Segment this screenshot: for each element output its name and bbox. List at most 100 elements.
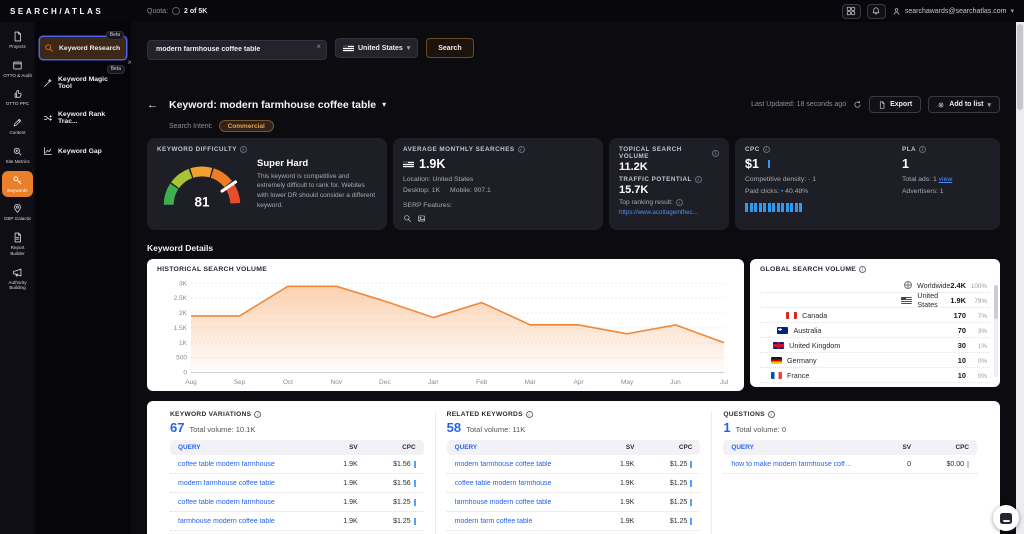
clear-input-icon[interactable]: × [316, 42, 321, 51]
query-link[interactable]: modern farm coffee table [455, 518, 585, 525]
table-row[interactable]: coffee table modern farmhouse1.9K$1.56 [170, 455, 424, 474]
cpc-histogram-bar [768, 203, 771, 212]
page-scrollbar[interactable] [1016, 22, 1024, 534]
person-icon [892, 7, 901, 16]
info-icon[interactable]: i [763, 146, 770, 153]
export-button[interactable]: Export [869, 96, 921, 113]
info-icon[interactable]: i [518, 146, 525, 153]
cpc-histogram-bar [750, 203, 753, 212]
back-arrow-icon[interactable]: ← [147, 99, 158, 111]
table-row[interactable]: modern farmhouse coffee table1.9K$1.25 [447, 455, 701, 474]
info-icon[interactable]: i [768, 411, 775, 418]
global-volume-row-united-kingdom[interactable]: United Kingdom301% [760, 338, 990, 353]
gap-chart-icon [43, 146, 53, 156]
global-volume-row-france[interactable]: France100% [760, 368, 990, 383]
info-icon[interactable]: i [712, 150, 719, 157]
cpc-bar-icon [690, 518, 692, 525]
serp-image-icon[interactable] [417, 214, 426, 223]
info-icon[interactable]: i [919, 146, 926, 153]
view-ads-link[interactable]: view [939, 176, 953, 183]
menu-item-keyword-rank-trac[interactable]: Keyword Rank Trac... [39, 106, 127, 130]
notifications-button[interactable] [867, 4, 886, 19]
info-icon[interactable]: i [695, 176, 702, 183]
sidebar-item-site-metrics[interactable]: Site Metrics [2, 142, 33, 169]
page-scrollbar-thumb[interactable] [1017, 24, 1023, 110]
title-chevron-down-icon[interactable]: ▾ [382, 100, 386, 109]
user-menu[interactable]: searchawards@searchatlas.com ▾ [892, 7, 1014, 16]
cpc-value: $1 [745, 157, 759, 171]
sidebar-item-report-builder[interactable]: Report Builder [2, 228, 33, 260]
country-percent: 3% [970, 328, 987, 335]
topbar: SEARCH/ATLAS Quota: 2 of 5K searchawards… [0, 0, 1024, 22]
cpc-value: $1.25 [634, 461, 692, 468]
table-row[interactable]: how to make modern farmhouse coffee tabl… [723, 455, 977, 474]
bell-icon [871, 6, 881, 16]
us-flag-icon [901, 297, 912, 304]
apps-grid-button[interactable] [842, 4, 861, 19]
sidebar-item-otto-ppc[interactable]: OTTO PPC [2, 84, 33, 111]
info-icon[interactable]: i [676, 199, 683, 206]
competitive-density-value: 1 [812, 176, 816, 183]
add-to-list-button[interactable]: Add to list ▾ [928, 96, 1000, 113]
table-count: 67 [170, 420, 184, 435]
query-link[interactable]: coffee table modern farmhouse [455, 480, 585, 487]
query-link[interactable]: coffee table modern farmhouse [178, 461, 308, 468]
info-icon[interactable]: i [859, 266, 866, 273]
global-volume-row-worldwide[interactable]: Worldwide2.4K100% [760, 278, 990, 293]
info-icon[interactable]: i [526, 411, 533, 418]
table-row[interactable]: coffee table modern farmhouse1.9K$1.25 [170, 493, 424, 512]
cpc-histogram-bar [777, 203, 780, 212]
scrollbar-thumb[interactable] [994, 285, 998, 319]
sidebar-item-authority-building[interactable]: Authority Building [2, 263, 33, 295]
sidebar-item-projects[interactable]: Projects [2, 27, 33, 54]
global-volume-row-germany[interactable]: Germany100% [760, 353, 990, 368]
sidebar-item-label: Keywords [7, 188, 27, 194]
serp-search-icon[interactable] [403, 214, 412, 223]
menu-item-keyword-research[interactable]: Keyword ResearchBeta [39, 36, 127, 60]
table-row[interactable]: modern farm coffee table1.9K$1.25 [447, 512, 701, 531]
refresh-icon[interactable] [853, 100, 862, 109]
sidebar-item-gbp-galactic[interactable]: GBP Galactic [2, 199, 33, 226]
table-row[interactable]: farmhouse modern coffee table1.9K$1.25 [447, 493, 701, 512]
query-link[interactable]: coffee table modern farmhouse [178, 499, 308, 506]
country-select[interactable]: United States ▾ [335, 38, 418, 58]
keyword-search-input[interactable] [147, 40, 327, 60]
page-header: ← Keyword: modern farmhouse coffee table… [147, 96, 1000, 113]
pla-card-title: PLA [902, 146, 916, 153]
column-header-query: QUERY [731, 444, 861, 451]
info-icon[interactable]: i [254, 411, 261, 418]
sidebar-item-otto-audit[interactable]: OTTO & Audit [2, 56, 33, 83]
historical-volume-title: HISTORICAL SEARCH VOLUME [157, 266, 267, 273]
top-ranking-link[interactable]: https://www.acottageinthec... [619, 209, 719, 216]
query-link[interactable]: farmhouse modern coffee table [455, 499, 585, 506]
global-volume-row-united-states[interactable]: United States1.9K79% [760, 293, 990, 308]
wand-icon [43, 78, 53, 88]
global-volume-row-canada[interactable]: Canada1707% [760, 308, 990, 323]
query-link[interactable]: farmhouse modern coffee table [178, 518, 308, 525]
query-link[interactable]: modern farmhouse coffee table [178, 480, 308, 487]
beta-badge: Beta [107, 65, 125, 74]
table-row[interactable]: coffee table modern farmhouse1.9K$1.25 [447, 474, 701, 493]
query-link[interactable]: how to make modern farmhouse coffee tabl… [731, 461, 861, 468]
global-card-scrollbar[interactable] [994, 285, 998, 377]
query-link[interactable]: modern farmhouse coffee table [455, 461, 585, 468]
info-icon[interactable]: i [240, 146, 247, 153]
globe-flag-icon [904, 281, 912, 289]
sidebar-item-keywords[interactable]: Keywords [2, 171, 33, 198]
column-header-query: QUERY [455, 444, 585, 451]
topical-volume-value: 11.2K [619, 161, 719, 173]
table-row[interactable]: farmhouse modern coffee table1.9K$1.25 [170, 512, 424, 531]
search-button[interactable]: Search [426, 38, 473, 58]
menu-item-keyword-magic-tool[interactable]: Keyword Magic ToolBeta [39, 71, 127, 95]
global-volume-row-australia[interactable]: Australia703% [760, 323, 990, 338]
cpc-histogram [745, 203, 892, 212]
chat-widget-button[interactable] [993, 505, 1019, 531]
traffic-potential-value: 15.7K [619, 184, 719, 196]
sidebar-item-content[interactable]: Content [2, 113, 33, 140]
menu-item-label: Keyword Magic Tool [58, 76, 123, 90]
paid-clicks-dot-icon: • [781, 188, 783, 195]
menu-item-keyword-gap[interactable]: Keyword Gap [39, 141, 127, 161]
country-select-value: United States [358, 45, 403, 52]
cpc-value: $0.00 [911, 461, 969, 468]
table-row[interactable]: modern farmhouse coffee table1.9K$1.56 [170, 474, 424, 493]
